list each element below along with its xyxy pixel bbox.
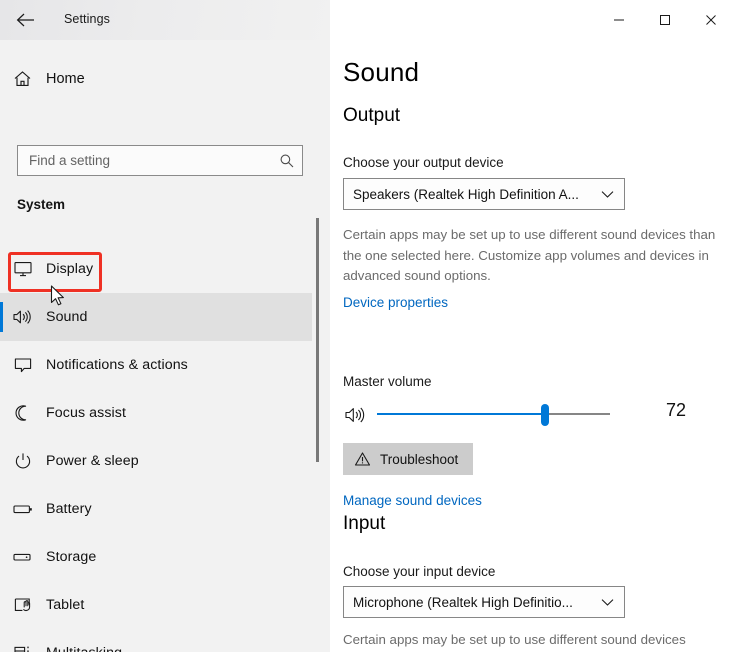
close-icon xyxy=(706,15,716,25)
sidebar-item-label: Display xyxy=(46,261,94,277)
sidebar-item-label: Multitasking xyxy=(46,645,122,652)
master-volume-slider[interactable] xyxy=(377,404,610,426)
device-properties-link[interactable]: Device properties xyxy=(343,295,448,310)
close-button[interactable] xyxy=(688,0,734,40)
maximize-icon xyxy=(660,15,670,25)
master-volume-row: 72 xyxy=(343,396,723,432)
sidebar-item-label: Power & sleep xyxy=(46,453,139,469)
drive-icon xyxy=(0,548,46,566)
speech-bubble-icon xyxy=(0,356,46,374)
back-button[interactable] xyxy=(10,4,42,36)
slider-fill xyxy=(377,413,545,415)
battery-icon xyxy=(0,500,46,518)
sidebar-item-notifications-actions[interactable]: Notifications & actions xyxy=(0,341,312,389)
sidebar-item-label: Sound xyxy=(46,309,88,325)
sidebar-item-label: Storage xyxy=(46,549,97,565)
settings-content: Sound Output Choose your output device S… xyxy=(330,40,734,652)
minimize-icon xyxy=(614,19,624,21)
window-title: Settings xyxy=(64,12,110,26)
settings-window: Settings Home Find a setting System Disp… xyxy=(0,0,734,652)
master-volume-label: Master volume xyxy=(343,374,432,389)
multitasking-icon xyxy=(0,644,46,652)
input-device-value: Microphone (Realtek High Definitio... xyxy=(353,594,573,610)
page-title: Sound xyxy=(343,57,420,87)
home-icon xyxy=(0,70,44,88)
output-section-heading: Output xyxy=(343,105,401,126)
chevron-down-icon xyxy=(590,598,624,607)
manage-sound-devices-link[interactable]: Manage sound devices xyxy=(343,493,482,508)
output-description: Certain apps may be set up to use differ… xyxy=(343,227,716,283)
input-section-heading: Input xyxy=(343,513,386,534)
title-bar-left-pane xyxy=(0,0,330,40)
output-device-value: Speakers (Realtek High Definition A... xyxy=(353,186,579,202)
selection-accent-bar xyxy=(0,302,3,332)
search-icon[interactable] xyxy=(272,153,302,169)
speaker-icon xyxy=(343,404,367,426)
speaker-icon xyxy=(0,308,46,326)
tablet-hand-icon xyxy=(0,596,46,614)
sidebar-item-label: Tablet xyxy=(46,597,85,613)
slider-thumb[interactable] xyxy=(541,404,549,426)
sidebar-item-home-label: Home xyxy=(46,71,85,87)
chevron-down-icon xyxy=(590,190,624,199)
sidebar-item-label: Battery xyxy=(46,501,92,517)
search-input[interactable] xyxy=(18,153,272,168)
search-box[interactable] xyxy=(17,145,303,176)
sidebar-item-tablet[interactable]: Tablet xyxy=(0,581,312,629)
output-device-label: Choose your output device xyxy=(343,155,504,170)
sidebar-nav-list: Display Sound Notifications & actions Focus… xyxy=(0,245,330,652)
sidebar-scrollbar-thumb[interactable] xyxy=(316,218,319,462)
sidebar-item-multitasking[interactable]: Multitasking xyxy=(0,629,312,652)
sidebar-group-title: System xyxy=(17,197,66,212)
sidebar-scrollbar-track[interactable] xyxy=(316,218,319,502)
sidebar-item-sound[interactable]: Sound xyxy=(0,293,312,341)
sidebar-item-label: Notifications & actions xyxy=(46,357,188,373)
master-volume-value: 72 xyxy=(666,400,687,420)
input-device-label: Choose your input device xyxy=(343,564,496,579)
moon-icon xyxy=(0,404,46,422)
maximize-button[interactable] xyxy=(642,0,688,40)
troubleshoot-button[interactable]: Troubleshoot xyxy=(343,443,474,475)
back-arrow-icon xyxy=(16,13,34,27)
input-device-dropdown[interactable]: Microphone (Realtek High Definitio... xyxy=(343,586,625,618)
settings-sidebar: Home System Display Sound Notifications & … xyxy=(0,40,330,652)
sidebar-item-focus-assist[interactable]: Focus assist xyxy=(0,389,312,437)
window-controls xyxy=(596,0,734,40)
sidebar-item-display[interactable]: Display xyxy=(0,245,312,293)
warning-triangle-icon xyxy=(354,452,371,466)
input-description: Certain apps may be set up to use differ… xyxy=(343,632,686,647)
minimize-button[interactable] xyxy=(596,0,642,40)
sidebar-item-power-sleep[interactable]: Power & sleep xyxy=(0,437,312,485)
monitor-icon xyxy=(0,260,46,278)
output-device-dropdown[interactable]: Speakers (Realtek High Definition A... xyxy=(343,178,625,210)
troubleshoot-label: Troubleshoot xyxy=(380,451,459,467)
sidebar-item-home[interactable]: Home xyxy=(0,60,310,98)
sidebar-item-storage[interactable]: Storage xyxy=(0,533,312,581)
title-bar: Settings xyxy=(0,0,734,40)
power-icon xyxy=(0,452,46,470)
sidebar-item-battery[interactable]: Battery xyxy=(0,485,312,533)
sidebar-item-label: Focus assist xyxy=(46,405,127,421)
